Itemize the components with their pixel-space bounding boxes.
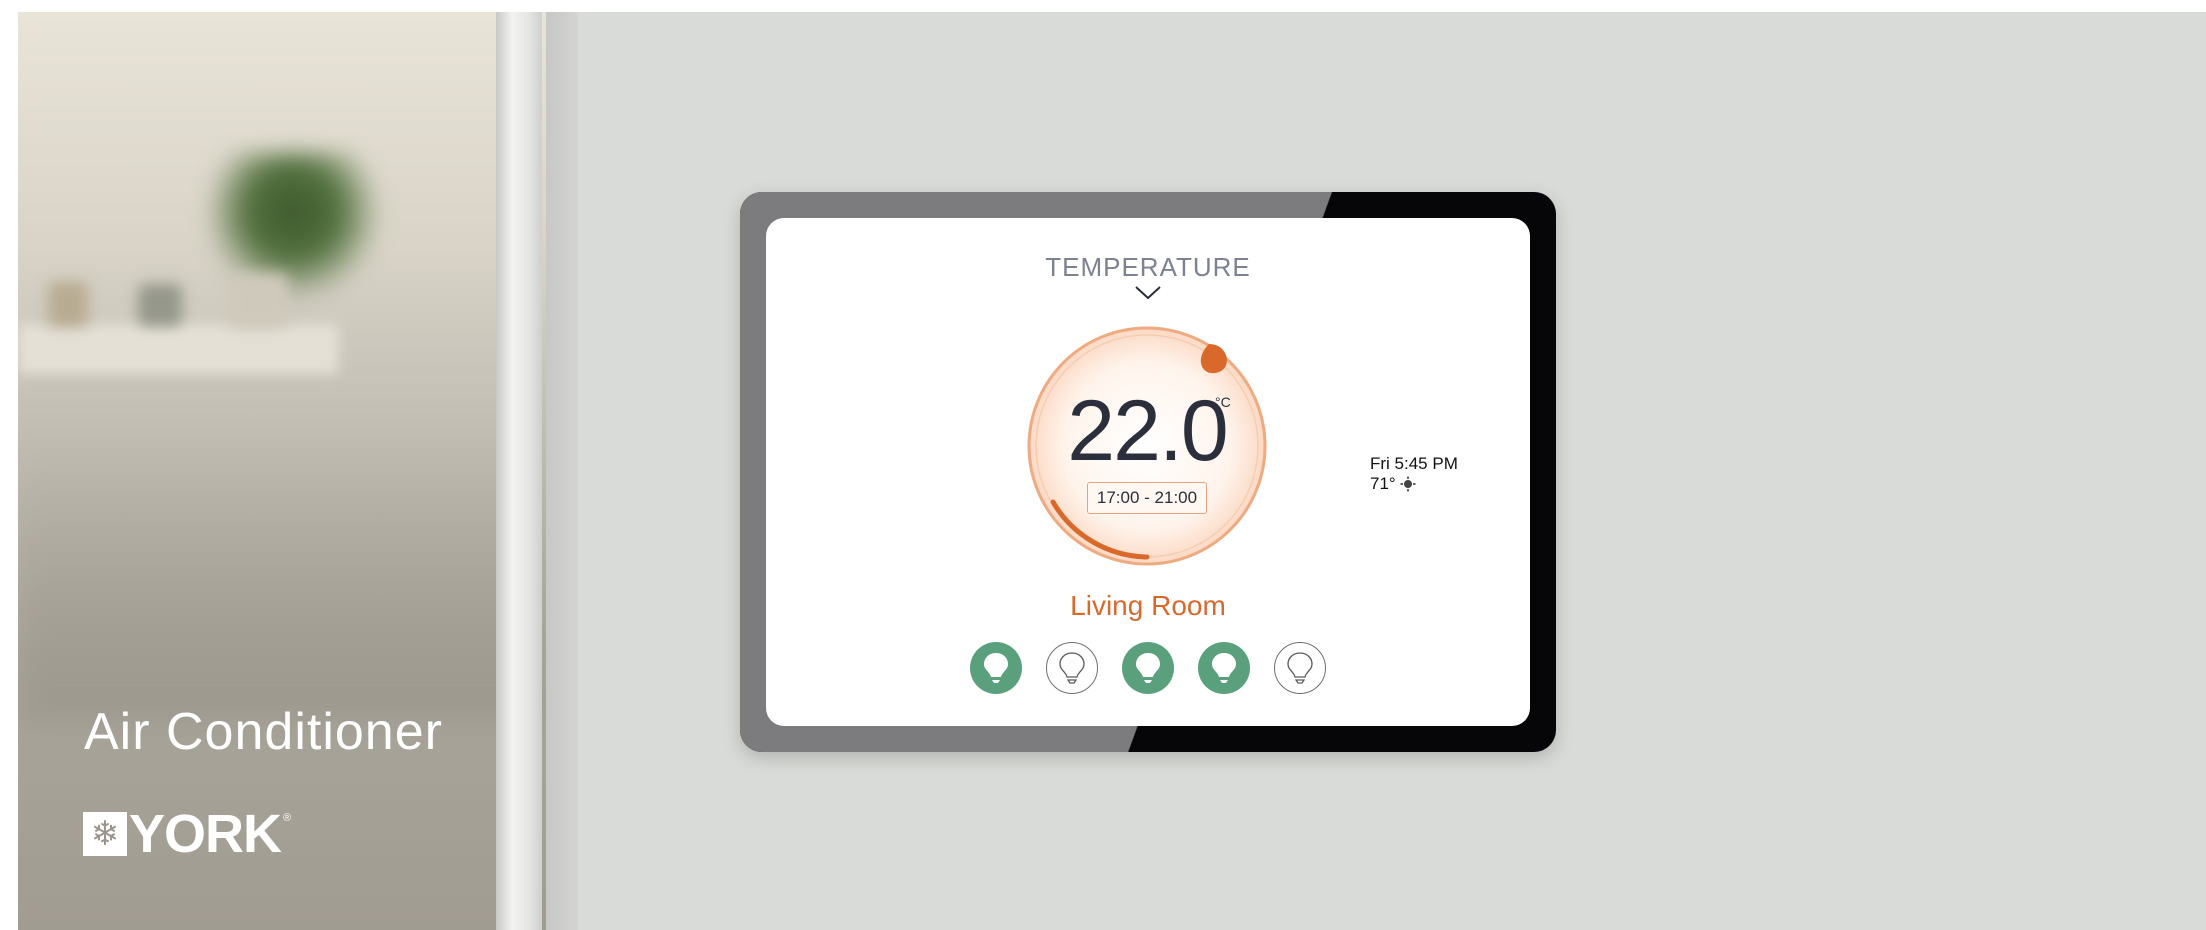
pot-decoration <box>48 282 88 327</box>
lightbulb-icon <box>984 653 1008 683</box>
registered-mark: ® <box>283 812 292 824</box>
pot-decoration <box>138 284 182 326</box>
schedule-badge[interactable]: 17:00 - 21:00 <box>1087 482 1207 514</box>
lightbulb-icon <box>1287 652 1313 684</box>
weather-temp: 71° <box>1370 474 1396 493</box>
mode-title[interactable]: TEMPERATURE <box>766 252 1530 283</box>
lightbulb-icon <box>1212 653 1236 683</box>
chevron-down-icon[interactable] <box>1134 284 1162 302</box>
room-name: Living Room <box>1070 590 1226 621</box>
light-toggles <box>970 642 1326 694</box>
light-toggle-2[interactable] <box>1046 642 1098 694</box>
background-shade <box>18 442 538 722</box>
brand-name: YORK <box>129 804 282 864</box>
temperature-dial[interactable]: 22.0 °C 17:00 - 21:00 <box>1023 322 1271 570</box>
temperature-unit: °C <box>1215 394 1231 410</box>
door-frame <box>546 12 578 930</box>
shelf-decoration <box>18 324 338 374</box>
light-toggle-4[interactable] <box>1198 642 1250 694</box>
door-frame <box>496 12 542 930</box>
weather: 71° <box>1370 474 1458 494</box>
lightbulb-icon <box>1136 653 1160 683</box>
snowflake-icon: ❄ <box>83 812 127 856</box>
status-panel: Fri 5:45 PM 71° <box>1370 454 1458 494</box>
light-toggle-5[interactable] <box>1274 642 1326 694</box>
thermostat-device: TEMPERATURE 22.0 °C 17:00 - 21:00 Living… <box>740 192 1556 752</box>
day-time: Fri 5:45 PM <box>1370 454 1458 473</box>
light-toggle-3[interactable] <box>1122 642 1174 694</box>
temperature-value: 22.0 <box>1067 383 1228 479</box>
pot-decoration <box>228 274 288 329</box>
brand-logo: ❄ YORK ® <box>83 804 292 864</box>
lightbulb-icon <box>1059 652 1085 684</box>
lifestyle-photo-panel: Air Conditioner ❄ YORK ® <box>18 12 578 930</box>
light-toggle-1[interactable] <box>970 642 1022 694</box>
sun-cloud-icon <box>1400 476 1416 492</box>
scene: Air Conditioner ❄ YORK ® TEMPERATURE 22.… <box>18 12 2206 930</box>
thermostat-screen: TEMPERATURE 22.0 °C 17:00 - 21:00 Living… <box>766 218 1530 726</box>
product-title: Air Conditioner <box>84 703 443 761</box>
